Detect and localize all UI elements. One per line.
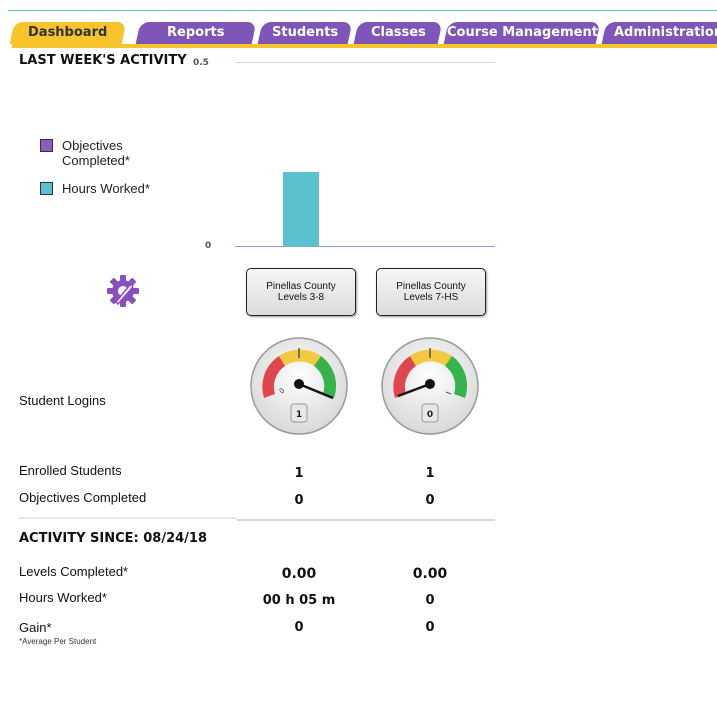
section-divider-right — [237, 519, 495, 521]
course-button-levels-3-8[interactable]: Pinellas County Levels 3-8 — [246, 268, 356, 316]
gain-note: *Average Per Student — [19, 637, 97, 646]
hours-value-2: 0 — [425, 593, 435, 608]
login-count: 0 — [427, 410, 433, 420]
gain-value-1: 0 — [294, 620, 304, 635]
enrolled-value-1: 1 — [294, 466, 304, 481]
top-divider — [8, 10, 717, 11]
course-level: Levels 3-8 — [277, 292, 325, 303]
hours-worked-label: Hours Worked* — [19, 590, 107, 605]
legend-swatch-hours — [40, 182, 53, 195]
settings-wrench-gear-icon[interactable] — [104, 272, 142, 310]
section-divider-left — [19, 517, 237, 519]
bar-hours-worked--0 — [283, 172, 319, 246]
legend-label-hours: Hours Worked* — [62, 181, 150, 196]
gain-value-2: 0 — [425, 620, 435, 635]
legend-swatch-objectives — [40, 139, 53, 152]
objectives-completed-label: Objectives Completed — [19, 490, 147, 505]
activity-title: LAST WEEK'S ACTIVITY — [19, 53, 187, 68]
tab-classes[interactable]: Classes — [353, 22, 443, 44]
course-name: Pinellas County — [396, 281, 466, 292]
chart-gridline-top — [235, 62, 495, 63]
course-button-levels-7-hs[interactable]: Pinellas County Levels 7-HS — [376, 268, 486, 316]
tab-dashboard[interactable]: Dashboard — [9, 22, 127, 44]
main-tabs: Dashboard Reports Students Classes Cours… — [9, 22, 717, 44]
tab-course-management[interactable]: Course Management — [443, 22, 601, 44]
gain-label: Gain* — [19, 620, 52, 635]
activity-since-title: ACTIVITY SINCE: 08/24/18 — [19, 531, 208, 546]
course-level: Levels 7-HS — [403, 292, 459, 303]
login-gauge-2: 0 — [380, 336, 480, 436]
tab-administration[interactable]: Administration — [601, 22, 717, 44]
login-count: 1 — [296, 410, 302, 420]
objectives-value-2: 0 — [425, 493, 435, 508]
levels-completed-label: Levels Completed* — [19, 564, 129, 579]
tab-students[interactable]: Students — [257, 22, 353, 44]
objectives-value-1: 0 — [294, 493, 304, 508]
course-name: Pinellas County — [266, 281, 336, 292]
y-tick-top: 0.5 — [193, 58, 209, 68]
levels-value-1: 0.00 — [281, 566, 317, 582]
tab-underline — [12, 44, 717, 48]
enrolled-students-label: Enrolled Students — [19, 463, 122, 478]
hours-value-1: 00 h 05 m — [262, 593, 336, 608]
legend-label-objectives: Objectives Completed* — [62, 138, 130, 168]
enrolled-value-2: 1 — [425, 466, 435, 481]
levels-value-2: 0.00 — [412, 566, 448, 582]
student-logins-label: Student Logins — [19, 393, 106, 408]
login-gauge-1: 0 1 — [249, 336, 349, 436]
tab-reports[interactable]: Reports — [135, 22, 257, 44]
y-tick-zero: 0 — [205, 241, 212, 251]
chart-baseline — [235, 246, 495, 247]
